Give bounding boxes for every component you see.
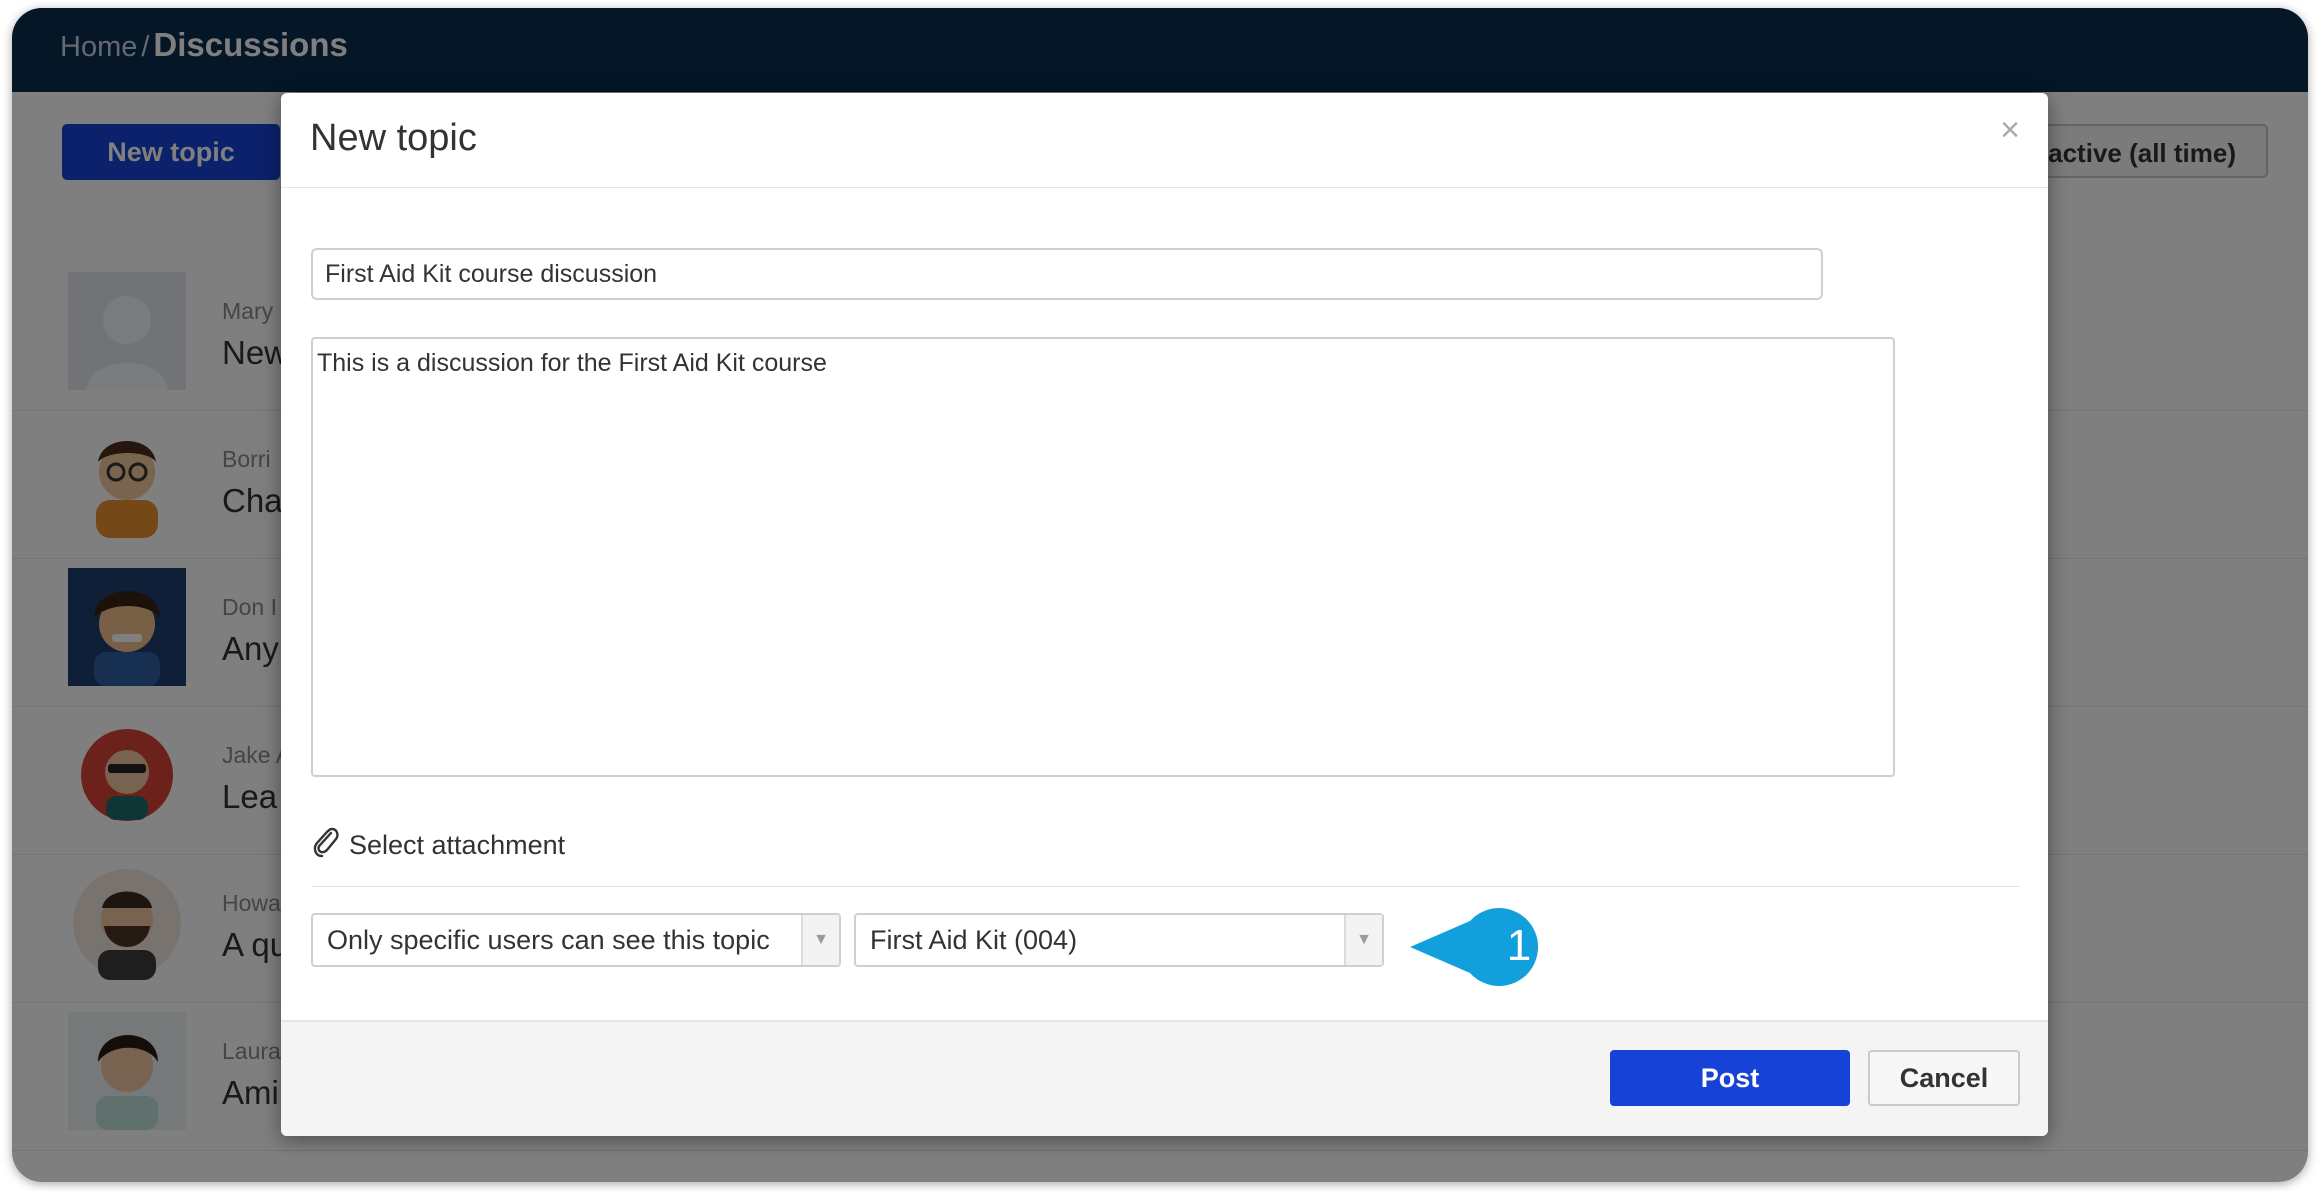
divider xyxy=(311,886,2020,887)
step-callout-badge: 1 xyxy=(1410,907,1539,987)
course-value: First Aid Kit (004) xyxy=(870,925,1078,955)
visibility-value: Only specific users can see this topic xyxy=(327,925,770,955)
topic-body-textarea[interactable]: This is a discussion for the First Aid K… xyxy=(311,337,1895,777)
chevron-down-icon[interactable]: ▼ xyxy=(1344,915,1382,965)
select-attachment-link[interactable]: Select attachment xyxy=(311,825,565,866)
attachment-label: Select attachment xyxy=(349,830,566,860)
chevron-down-icon[interactable]: ▼ xyxy=(801,915,839,965)
new-topic-dialog: New topic × This is a discussion for the… xyxy=(281,93,2048,1136)
close-icon[interactable]: × xyxy=(2000,111,2020,150)
dialog-title: New topic xyxy=(310,117,477,159)
topic-subject-input[interactable] xyxy=(311,248,1823,300)
cancel-button[interactable]: Cancel xyxy=(1868,1050,2020,1106)
visibility-select[interactable]: Only specific users can see this topic ▼ xyxy=(311,913,841,967)
dialog-header: New topic × xyxy=(281,93,2048,188)
course-select[interactable]: First Aid Kit (004) ▼ xyxy=(854,913,1384,967)
post-button[interactable]: Post xyxy=(1610,1050,1850,1106)
paperclip-icon xyxy=(311,825,341,866)
callout-number: 1 xyxy=(1506,921,1532,970)
dialog-footer: Post Cancel xyxy=(281,1020,2048,1136)
